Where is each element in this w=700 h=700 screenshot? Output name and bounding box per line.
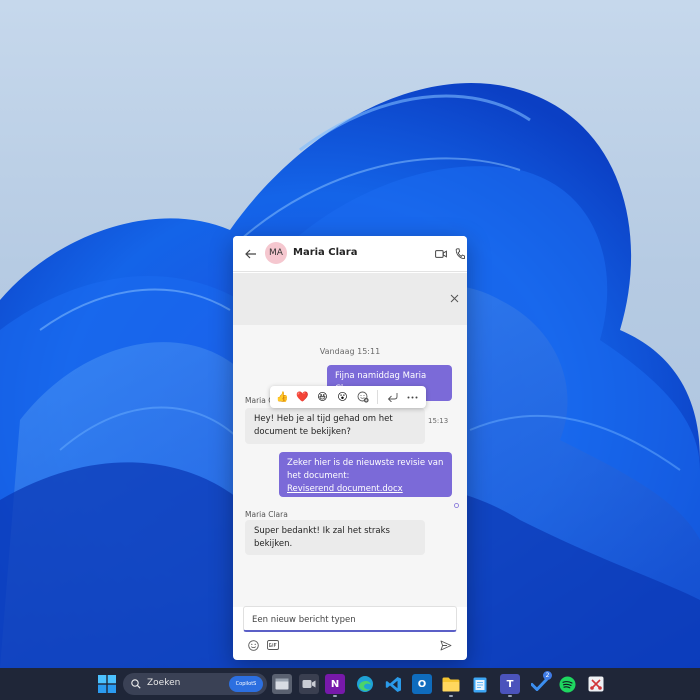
windows-logo-icon bbox=[98, 675, 116, 693]
smiley-icon bbox=[247, 639, 259, 651]
document-link[interactable]: Reviserend document.docx bbox=[287, 483, 444, 496]
reply-button[interactable] bbox=[384, 389, 401, 406]
ellipsis-icon bbox=[407, 396, 418, 398]
message-input[interactable] bbox=[244, 608, 456, 632]
avatar[interactable]: MA bbox=[265, 242, 287, 264]
edge-icon bbox=[357, 676, 373, 692]
running-indicator bbox=[508, 695, 512, 697]
spotify-icon bbox=[559, 676, 575, 692]
reaction-surprised[interactable]: 😮 bbox=[334, 389, 351, 406]
taskbar-app-snipping-tool[interactable] bbox=[586, 674, 606, 694]
notepad-icon bbox=[473, 677, 487, 692]
phone-icon bbox=[455, 248, 465, 260]
search-label: Zoeken bbox=[147, 678, 181, 688]
contact-name[interactable]: Maria Clara bbox=[293, 247, 357, 258]
banner-close-button[interactable] bbox=[447, 291, 461, 305]
message-sender: Maria Clara bbox=[245, 510, 288, 519]
back-button[interactable] bbox=[241, 244, 261, 264]
reaction-like[interactable]: 👍 bbox=[274, 389, 291, 406]
taskbar-app-explorer-window[interactable] bbox=[272, 674, 292, 694]
close-icon bbox=[450, 294, 458, 302]
taskbar-search[interactable]: Zoeken CopilotS bbox=[123, 673, 267, 695]
divider bbox=[377, 390, 378, 404]
chat-header: MA Maria Clara bbox=[233, 236, 467, 272]
read-receipt-icon bbox=[454, 493, 459, 508]
start-button[interactable] bbox=[98, 675, 116, 693]
emoji-button[interactable] bbox=[246, 638, 260, 652]
running-indicator bbox=[449, 695, 453, 697]
notification-banner bbox=[233, 273, 467, 325]
taskbar-app-notepad[interactable] bbox=[470, 674, 490, 694]
send-button[interactable] bbox=[439, 638, 453, 652]
chat-window: MA Maria Clara Vandaag 15:11 Fijna namid… bbox=[233, 236, 467, 660]
more-options-button[interactable] bbox=[404, 389, 421, 406]
message-incoming[interactable]: Hey! Heb je al tijd gehad om het documen… bbox=[245, 408, 425, 444]
teams-icon: T bbox=[506, 678, 514, 690]
video-camera-icon bbox=[435, 250, 447, 258]
taskbar-app-camera[interactable] bbox=[299, 674, 319, 694]
taskbar-app-edge[interactable] bbox=[355, 674, 375, 694]
reaction-bar: 👍 ❤️ 😆 😮 bbox=[270, 386, 426, 408]
taskbar-app-todo[interactable]: 2 bbox=[529, 671, 552, 694]
message-list: Vandaag 15:11 Fijna namiddag Maria Clara… bbox=[233, 325, 467, 607]
window-icon bbox=[275, 678, 289, 690]
camera-icon bbox=[302, 680, 316, 688]
send-icon bbox=[440, 640, 452, 650]
folder-icon bbox=[442, 677, 460, 691]
message-incoming[interactable]: Super bedankt! Ik zal het straks bekijke… bbox=[245, 520, 425, 555]
message-text: het document: bbox=[287, 471, 350, 481]
snipping-tool-icon bbox=[588, 676, 604, 692]
notification-badge: 2 bbox=[543, 671, 552, 680]
outlook-icon: O bbox=[417, 678, 427, 690]
taskbar-app-outlook[interactable]: O bbox=[412, 674, 432, 694]
gif-button[interactable] bbox=[266, 638, 280, 652]
reaction-heart[interactable]: ❤️ bbox=[294, 389, 311, 406]
gif-icon bbox=[267, 640, 279, 650]
add-reaction-button[interactable] bbox=[354, 389, 371, 406]
taskbar-app-file-explorer[interactable] bbox=[441, 674, 461, 697]
taskbar-app-vscode[interactable] bbox=[383, 674, 403, 694]
arrow-left-icon bbox=[245, 249, 256, 259]
search-icon bbox=[131, 679, 141, 689]
add-emoji-icon bbox=[357, 391, 369, 403]
onenote-icon: N bbox=[330, 678, 340, 690]
vscode-icon bbox=[385, 676, 401, 692]
taskbar: Zoeken CopilotS N O T 2 bbox=[0, 668, 700, 700]
taskbar-app-onenote[interactable]: N bbox=[325, 674, 345, 697]
video-call-button[interactable] bbox=[433, 246, 449, 262]
taskbar-app-teams[interactable]: T bbox=[500, 674, 520, 697]
copilot-pill: CopilotS bbox=[229, 676, 263, 692]
message-text: Zeker hier is de nieuwste revisie van bbox=[287, 458, 444, 468]
reply-icon bbox=[387, 393, 398, 402]
reaction-laugh[interactable]: 😆 bbox=[314, 389, 331, 406]
date-separator: Vandaag 15:11 bbox=[319, 347, 381, 356]
compose-box[interactable] bbox=[243, 606, 457, 632]
taskbar-app-spotify[interactable] bbox=[557, 674, 577, 694]
message-outgoing-attachment[interactable]: Zeker hier is de nieuwste revisie van he… bbox=[279, 452, 452, 497]
audio-call-button[interactable] bbox=[452, 246, 467, 262]
running-indicator bbox=[333, 695, 337, 697]
message-time: 15:13 bbox=[428, 417, 449, 425]
